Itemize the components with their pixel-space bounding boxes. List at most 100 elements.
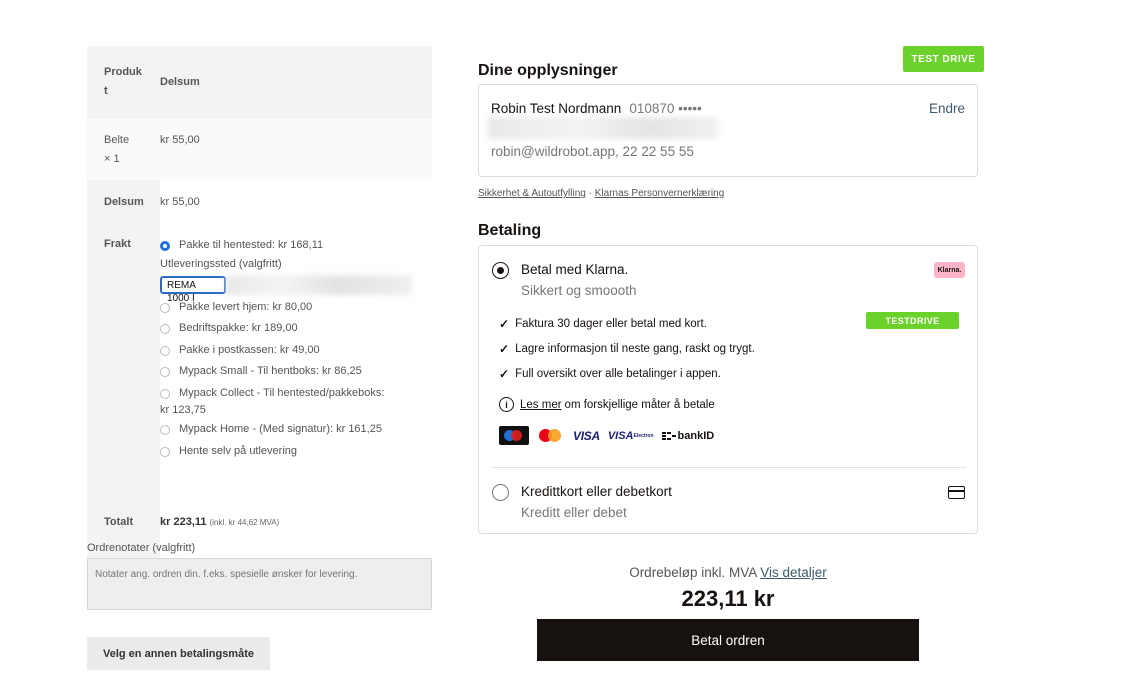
header-product: Produk t — [87, 46, 160, 119]
security-autofill-link[interactable]: Sikkerhet & Autoutfylling — [478, 188, 586, 199]
shipping-radio[interactable] — [160, 324, 170, 334]
header-subtotal: Delsum — [160, 46, 432, 119]
shipping-radio[interactable] — [160, 388, 170, 399]
total-amount: kr 223,11 — [160, 516, 207, 528]
customer-contact: robin@wildrobot.app, 22 22 55 55 — [491, 144, 694, 159]
visa-electron-sub: Electron — [633, 432, 654, 439]
checkmark-icon: ✓ — [499, 317, 510, 331]
total-row: Totalt kr 223,11 (inkl. kr 44,62 MVA) — [87, 505, 432, 565]
shipping-option-mypack-small[interactable]: Mypack Small - Til hentboks: kr 86,25 — [160, 361, 432, 383]
shipping-options: Pakke til hentested: kr 168,11 Utleverin… — [160, 224, 432, 505]
shipping-option-business[interactable]: Bedriftspakke: kr 189,00 — [160, 318, 432, 340]
pickup-point-select[interactable]: REMA 1000 I — [160, 274, 432, 304]
table-header-row: Produk t Delsum — [87, 46, 432, 119]
customer-info-card: Robin Test Nordmann 010870 ••••• Endre ro… — [478, 84, 978, 177]
edit-info-link[interactable]: Endre — [929, 101, 965, 116]
shipping-option-label: Pakke levert hjem: kr 80,00 — [179, 300, 313, 313]
checkmark-icon: ✓ — [499, 367, 510, 381]
shipping-radio[interactable] — [160, 425, 170, 435]
klarna-logo: Klarna. — [934, 262, 965, 278]
choose-other-payment-button[interactable]: Velg en annen betalingsmåte — [87, 637, 270, 670]
legal-links: Sikkerhet & Autoutfylling · Klarnas Pers… — [478, 188, 724, 199]
shipping-option-label: Mypack Collect - Til hentested/pakkeboks… — [179, 386, 385, 399]
shipping-row: Frakt Pakke til hentested: kr 168,11 Utl… — [87, 224, 432, 505]
mastercard-logo-icon — [537, 427, 565, 444]
item-price: kr 55,00 — [160, 134, 200, 146]
test-drive-badge: TEST DRIVE — [903, 46, 984, 72]
shipping-radio[interactable] — [160, 446, 170, 457]
payment-methods-card: Betal med Klarna. Sikkert og smoooth Kla… — [478, 245, 978, 534]
order-amount-label: Ordrebeløp inkl. MVA — [629, 565, 757, 580]
legal-separator: · — [588, 188, 592, 199]
privacy-policy-link[interactable]: Klarnas Personvernerklæring — [595, 188, 725, 199]
bankid-mark-icon — [661, 431, 676, 440]
pay-klarna-title[interactable]: Betal med Klarna. — [521, 262, 628, 277]
feature-item: ✓ Lagre informasjon til neste gang, rask… — [499, 342, 755, 356]
total-vat: (inkl. kr 44,62 MVA) — [209, 518, 280, 527]
shipping-radio[interactable] — [160, 345, 170, 356]
bankid-text: bankID — [677, 429, 715, 442]
learn-more-link[interactable]: Les mer — [520, 399, 562, 411]
shipping-radio-selected[interactable] — [160, 241, 170, 251]
shipping-option-price: kr 123,75 — [160, 404, 206, 416]
order-review-table: Produk t Delsum Belte × 1 kr 55,00 Delsu… — [87, 46, 432, 565]
shipping-option-label: Mypack Home - (Med signatur): kr 161,25 — [179, 423, 382, 435]
redacted-address — [226, 274, 412, 295]
bankid-logo-icon: bankID — [661, 429, 715, 442]
customer-name-line: Robin Test Nordmann 010870 ••••• — [491, 101, 702, 116]
order-notes-input[interactable] — [87, 558, 432, 610]
subtotal-value: kr 55,00 — [160, 196, 200, 208]
view-details-link[interactable]: Vis detaljer — [760, 565, 827, 580]
credit-card-icon — [948, 486, 965, 499]
visa-electron-logo-icon: VISA Electron — [608, 430, 654, 441]
payment-title: Betaling — [478, 222, 542, 239]
subtotal-label: Delsum — [87, 180, 160, 224]
shipping-option-pickup[interactable]: Pakke til hentested: kr 168,11 — [160, 235, 432, 257]
shipping-option-self-pickup[interactable]: Hente selv på utlevering — [160, 441, 432, 463]
shipping-radio[interactable] — [160, 367, 170, 377]
shipping-option-mailbox[interactable]: Pakke i postkassen: kr 49,00 — [160, 340, 432, 362]
order-amount: 223,11 kr — [681, 586, 775, 611]
table-row: Belte × 1 kr 55,00 — [87, 119, 432, 180]
testdrive-badge-small: TESTDRIVE — [866, 312, 959, 329]
pay-card-subtitle: Kreditt eller debet — [521, 505, 627, 520]
subtotal-row: Delsum kr 55,00 — [87, 180, 432, 224]
pay-klarna-subtitle: Sikkert og smoooth — [521, 283, 637, 298]
pay-order-button[interactable]: Betal ordren — [537, 619, 919, 661]
redacted-address — [488, 117, 718, 139]
info-icon: i — [499, 397, 514, 412]
shipping-option-label: Mypack Small - Til hentboks: kr 86,25 — [179, 365, 362, 377]
pay-card-title[interactable]: Kredittkort eller debetkort — [521, 484, 672, 499]
order-amount-label-line: Ordrebeløp inkl. MVA Vis detaljer — [478, 565, 978, 580]
learn-more-text: om forskjellige måter å betale — [564, 398, 715, 411]
maestro-logo-icon — [499, 426, 529, 445]
feature-item: ✓ Full oversikt over alle betalinger i a… — [499, 367, 721, 381]
item-quantity: × 1 — [104, 153, 120, 165]
item-name-line1: Belte — [104, 134, 130, 146]
feature-item: ✓ Faktura 30 dager eller betal med kort. — [499, 317, 707, 331]
method-divider — [491, 467, 966, 468]
customer-name: Robin Test Nordmann — [491, 101, 622, 116]
shipping-option-label: Bedriftspakke: kr 189,00 — [179, 322, 298, 334]
shipping-radio[interactable] — [160, 302, 170, 313]
customer-info-title: Dine opplysninger — [478, 62, 618, 79]
shipping-option-label: Hente selv på utlevering — [179, 444, 298, 457]
shipping-option-label: Pakke i postkassen: kr 49,00 — [179, 343, 320, 356]
total-label: Totalt — [87, 505, 160, 565]
shipping-option-home[interactable]: Pakke levert hjem: kr 80,00 — [160, 297, 432, 319]
customer-pnr: 010870 ••••• — [629, 101, 702, 116]
item-name: Belte × 1 — [87, 119, 160, 180]
shipping-option-mypack-home[interactable]: Mypack Home - (Med signatur): kr 161,25 — [160, 419, 432, 441]
shipping-label: Frakt — [87, 224, 160, 505]
feature-text: Faktura 30 dager eller betal med kort. — [515, 318, 707, 330]
payment-logos: VISA VISA Electron bankID — [499, 426, 722, 445]
pay-klarna-radio[interactable] — [492, 262, 509, 279]
learn-more-row: i Les mer om forskjellige måter å betale — [499, 397, 715, 412]
header-product-line1: Produk — [104, 66, 142, 78]
checkmark-icon: ✓ — [499, 342, 510, 356]
pickup-point-label: Utleveringssted (valgfritt) — [160, 257, 282, 270]
pay-card-radio[interactable] — [492, 484, 509, 501]
header-product-line2: t — [104, 85, 108, 97]
shipping-option-label: Pakke til hentested: kr 168,11 — [179, 239, 324, 251]
pickup-point-input[interactable]: REMA 1000 I — [160, 275, 226, 304]
